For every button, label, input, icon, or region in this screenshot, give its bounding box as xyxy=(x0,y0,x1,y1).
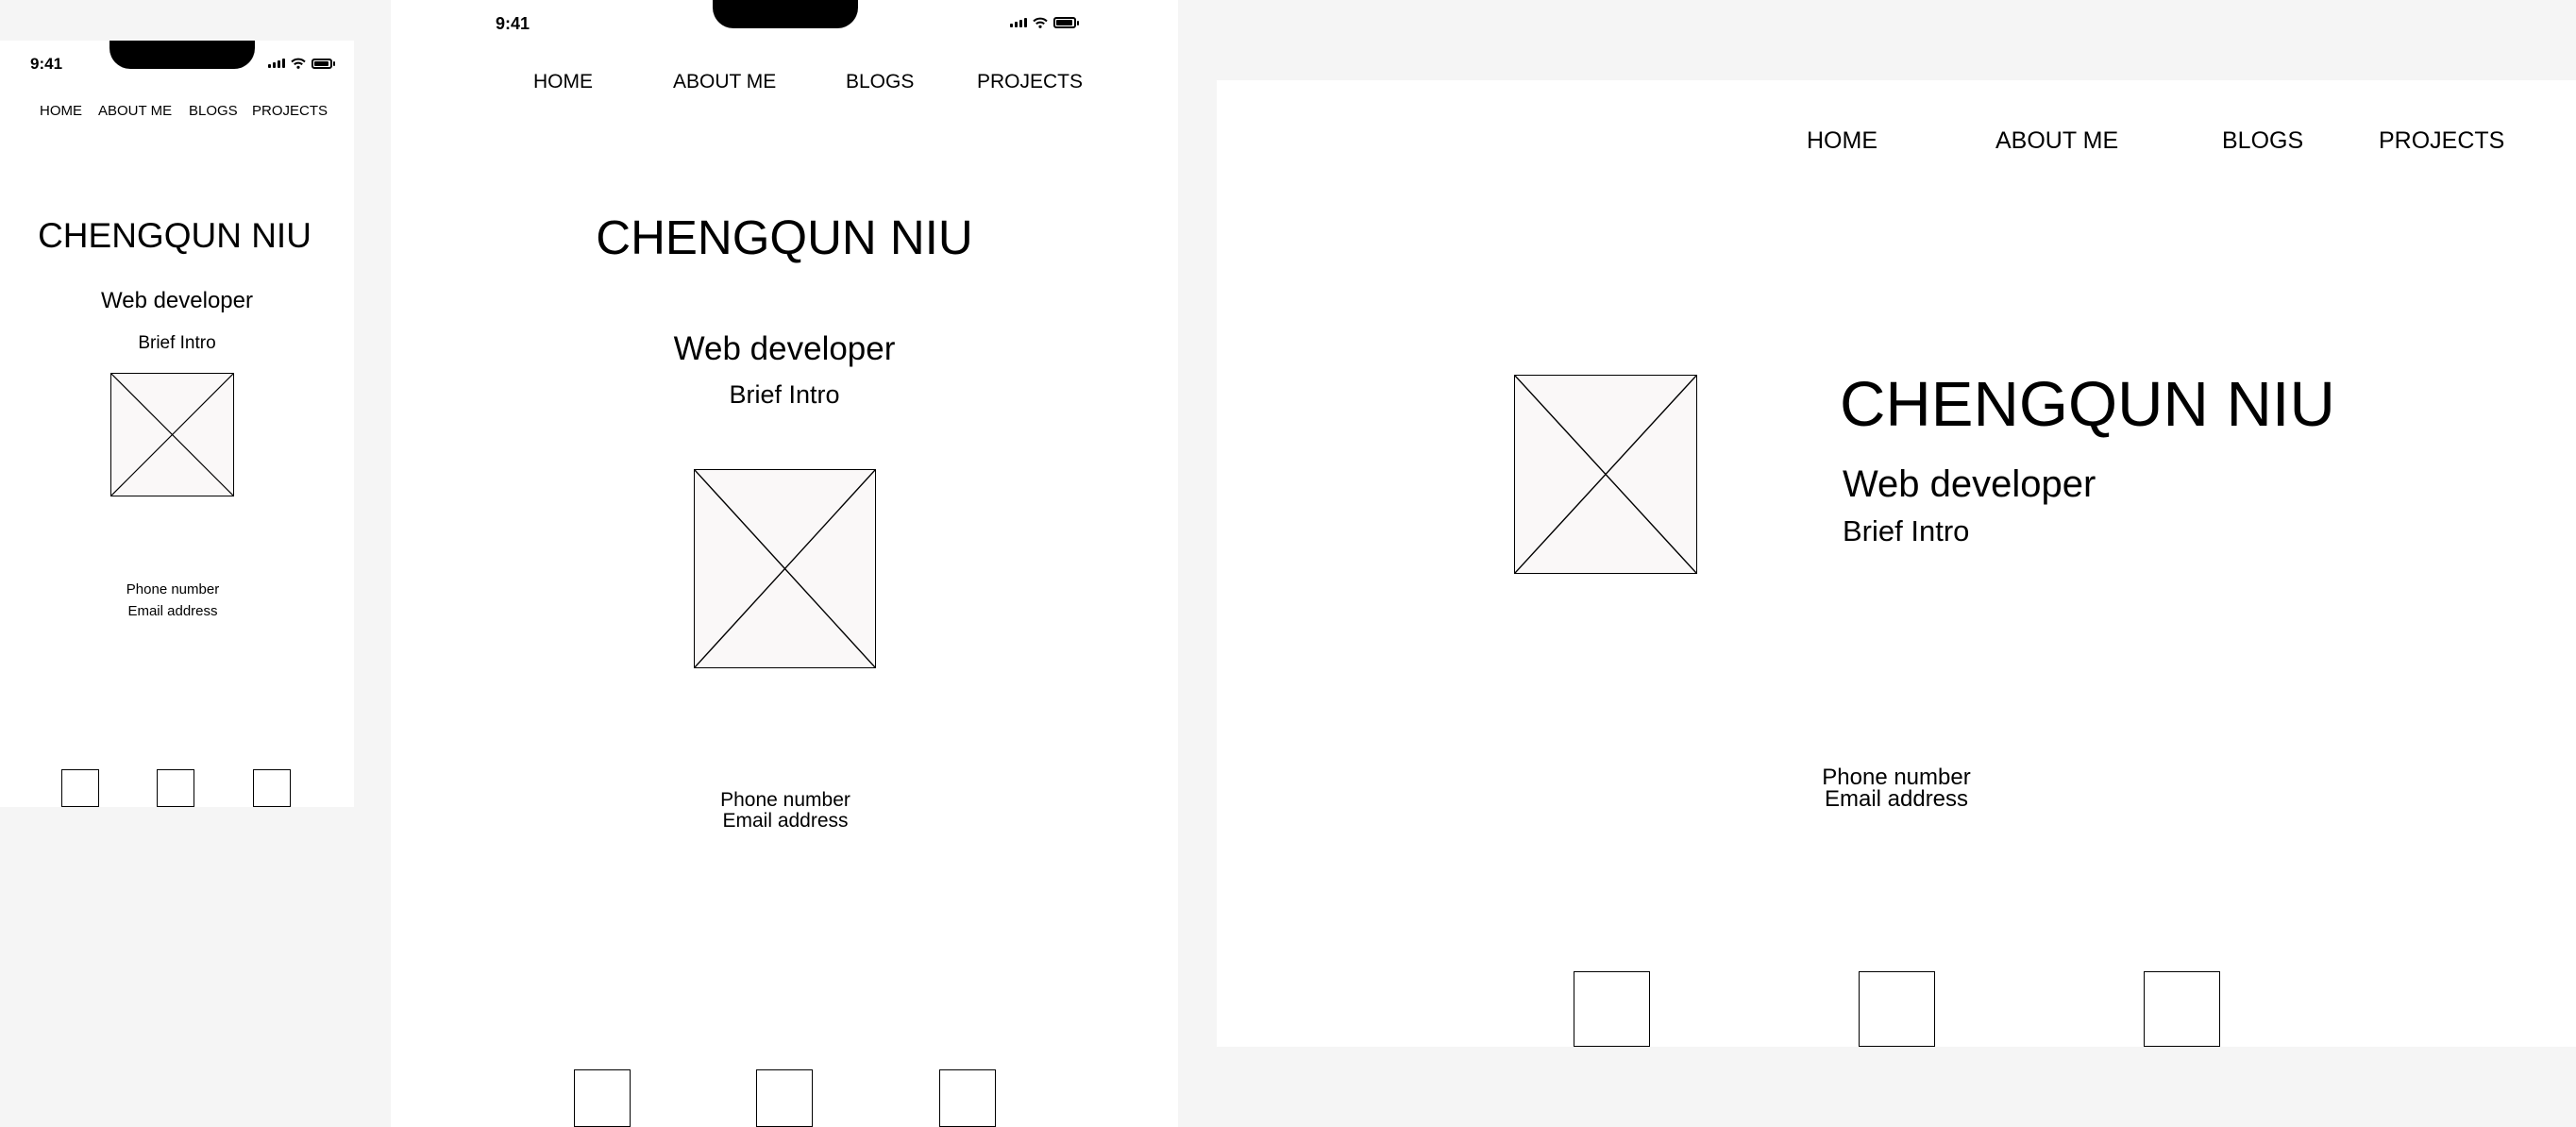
hero-intro: Brief Intro xyxy=(138,333,216,353)
wifi-icon xyxy=(1033,17,1048,28)
battery-icon xyxy=(311,58,335,69)
nav-about-me[interactable]: ABOUT ME xyxy=(98,103,172,119)
social-icon-3[interactable] xyxy=(253,769,291,807)
nav-projects[interactable]: PROJECTS xyxy=(252,103,328,119)
wifi-icon xyxy=(291,58,306,69)
mobile-frame: 9:41 HOME ABOUT ME BLOGS PROJECTS CHENGQ… xyxy=(0,41,354,807)
contact-email: Email address xyxy=(722,810,849,832)
nav-home[interactable]: HOME xyxy=(533,71,593,93)
nav-blogs[interactable]: BLOGS xyxy=(189,103,238,119)
nav-home[interactable]: HOME xyxy=(40,103,82,119)
contact-email: Email address xyxy=(1824,786,1969,812)
contact-email: Email address xyxy=(127,603,218,619)
nav-blogs[interactable]: BLOGS xyxy=(846,71,914,93)
status-time: 9:41 xyxy=(496,14,530,33)
social-icon-3[interactable] xyxy=(939,1069,996,1127)
image-placeholder-icon xyxy=(110,373,234,496)
social-icon-2[interactable] xyxy=(1859,971,1935,1047)
nav-about-me[interactable]: ABOUT ME xyxy=(673,71,776,93)
signal-icon xyxy=(268,59,285,68)
hero-intro: Brief Intro xyxy=(1843,514,1970,547)
tablet-frame: 9:41 HOME ABOUT ME BLOGS PROJECTS CHENGQ… xyxy=(391,0,1178,1127)
social-icon-2[interactable] xyxy=(756,1069,813,1127)
hero-name: CHENGQUN NIU xyxy=(38,216,311,255)
nav-blogs[interactable]: BLOGS xyxy=(2222,127,2303,155)
social-icon-1[interactable] xyxy=(574,1069,631,1127)
status-icons xyxy=(1010,17,1079,28)
battery-icon xyxy=(1053,17,1079,28)
image-placeholder-icon xyxy=(1514,375,1697,574)
social-icon-1[interactable] xyxy=(61,769,99,807)
social-icon-3[interactable] xyxy=(2144,971,2220,1047)
tablet-notch xyxy=(713,0,858,28)
contact-phone: Phone number xyxy=(720,789,850,811)
nav-home[interactable]: HOME xyxy=(1807,127,1877,155)
desktop-frame: HOME ABOUT ME BLOGS PROJECTS CHENGQUN NI… xyxy=(1217,80,2576,1047)
hero-name: CHENGQUN NIU xyxy=(1840,369,2335,440)
hero-role: Web developer xyxy=(101,288,253,313)
social-icon-1[interactable] xyxy=(1574,971,1650,1047)
nav-projects[interactable]: PROJECTS xyxy=(2379,127,2504,155)
signal-icon xyxy=(1010,18,1027,27)
hero-name: CHENGQUN NIU xyxy=(596,210,973,264)
hero-intro: Brief Intro xyxy=(729,380,840,409)
status-time: 9:41 xyxy=(30,55,63,73)
phone-notch xyxy=(109,41,255,69)
social-icon-2[interactable] xyxy=(157,769,194,807)
nav-projects[interactable]: PROJECTS xyxy=(977,71,1083,93)
contact-phone: Phone number xyxy=(126,581,220,597)
status-icons xyxy=(268,58,335,69)
hero-role: Web developer xyxy=(673,330,896,367)
image-placeholder-icon xyxy=(694,469,876,668)
hero-role: Web developer xyxy=(1843,463,2096,505)
nav-about-me[interactable]: ABOUT ME xyxy=(1995,127,2118,155)
